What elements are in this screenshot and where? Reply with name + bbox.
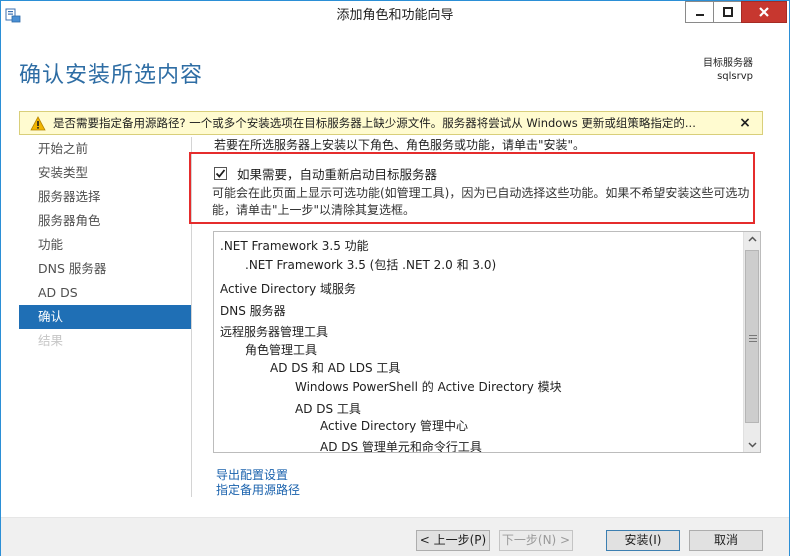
minimize-button[interactable] (685, 1, 713, 23)
previous-button[interactable]: < 上一步(P) (416, 530, 490, 551)
cancel-button[interactable]: 取消 (689, 530, 763, 551)
nav-item-server-roles[interactable]: 服务器角色 (19, 209, 191, 233)
nav-item-features[interactable]: 功能 (19, 233, 191, 257)
minimize-icon (695, 7, 705, 17)
feature-item: 角色管理工具 (245, 343, 318, 357)
feature-item: AD DS 工具 (295, 402, 361, 416)
nav-item-before-you-begin[interactable]: 开始之前 (19, 137, 191, 161)
next-button[interactable]: 下一步(N) > (499, 530, 573, 551)
dismiss-warning-icon[interactable]: × (738, 115, 752, 131)
target-server-name: sqlsrvp (717, 71, 753, 82)
feature-item: .NET Framework 3.5 功能 (220, 239, 369, 253)
export-config-link[interactable]: 导出配置设置 (216, 468, 300, 483)
nav-item-installation-type[interactable]: 安装类型 (19, 161, 191, 185)
checkmark-icon (215, 169, 226, 178)
close-icon (758, 6, 770, 18)
feature-list-scrollbar[interactable] (743, 232, 760, 452)
nav-item-server-selection[interactable]: 服务器选择 (19, 185, 191, 209)
feature-item: Active Directory 管理中心 (320, 419, 469, 433)
nav-item-results: 结果 (38, 333, 64, 348)
feature-item: AD DS 和 AD LDS 工具 (270, 361, 401, 375)
missing-source-warning[interactable]: 是否需要指定备用源路径? 一个或多个安装选项在目标服务器上缺少源文件。服务器将尝… (19, 111, 763, 135)
nav-item-ad-ds[interactable]: AD DS (19, 281, 191, 305)
maximize-button[interactable] (713, 1, 741, 23)
config-links: 导出配置设置 指定备用源路径 (216, 468, 300, 498)
nav-item-dns-server[interactable]: DNS 服务器 (19, 257, 191, 281)
close-window-button[interactable] (741, 1, 787, 23)
wizard-footer: < 上一步(P) 下一步(N) > 安装(I) 取消 (1, 518, 789, 556)
scroll-down-icon[interactable] (747, 439, 758, 450)
warning-text: 是否需要指定备用源路径? 一个或多个安装选项在目标服务器上缺少源文件。服务器将尝… (53, 116, 696, 130)
scroll-up-icon[interactable] (747, 234, 758, 245)
feature-item: Windows PowerShell 的 Active Directory 模块 (295, 380, 562, 394)
restart-checkbox-label[interactable]: 如果需要，自动重新启动目标服务器 (237, 164, 437, 183)
alternate-source-link[interactable]: 指定备用源路径 (216, 483, 300, 498)
grip-icon (749, 335, 757, 344)
page-title: 确认安装所选内容 (19, 63, 204, 88)
title-bar[interactable]: 添加角色和功能向导 (1, 1, 789, 31)
feature-item: DNS 服务器 (220, 304, 286, 318)
wizard-window: 添加角色和功能向导 确认安装所选内容 目标服务器 sqlsrvp 是否需要指定备… (0, 0, 790, 556)
optional-features-note: 可能会在此页面上显示可选功能(如管理工具)，因为已自动选择这些功能。如果不希望安… (212, 186, 750, 217)
scroll-thumb[interactable] (745, 250, 759, 423)
nav-item-confirmation[interactable]: 确认 (19, 305, 191, 329)
feature-item: Active Directory 域服务 (220, 282, 357, 296)
feature-item: 远程服务器管理工具 (220, 325, 329, 339)
warning-icon (30, 116, 46, 131)
feature-item: .NET Framework 3.5 (包括 .NET 2.0 和 3.0) (245, 258, 497, 272)
wizard-nav: 开始之前 安装类型 服务器选择 服务器角色 功能 DNS 服务器 AD DS 确… (19, 137, 191, 353)
selected-features-list[interactable]: .NET Framework 3.5 功能 .NET Framework 3.5… (213, 231, 761, 453)
target-server-info: 目标服务器 sqlsrvp (703, 57, 753, 83)
install-button[interactable]: 安装(I) (606, 530, 680, 551)
target-server-label: 目标服务器 (703, 58, 753, 69)
restart-checkbox[interactable] (214, 167, 227, 180)
install-instructions: 若要在所选服务器上安装以下角色、角色服务或功能，请单击"安装"。 (214, 138, 586, 152)
maximize-icon (722, 7, 733, 17)
restart-option[interactable]: 如果需要，自动重新启动目标服务器 (214, 164, 437, 183)
window-title: 添加角色和功能向导 (336, 8, 454, 23)
feature-item: AD DS 管理单元和命令行工具 (320, 440, 482, 453)
